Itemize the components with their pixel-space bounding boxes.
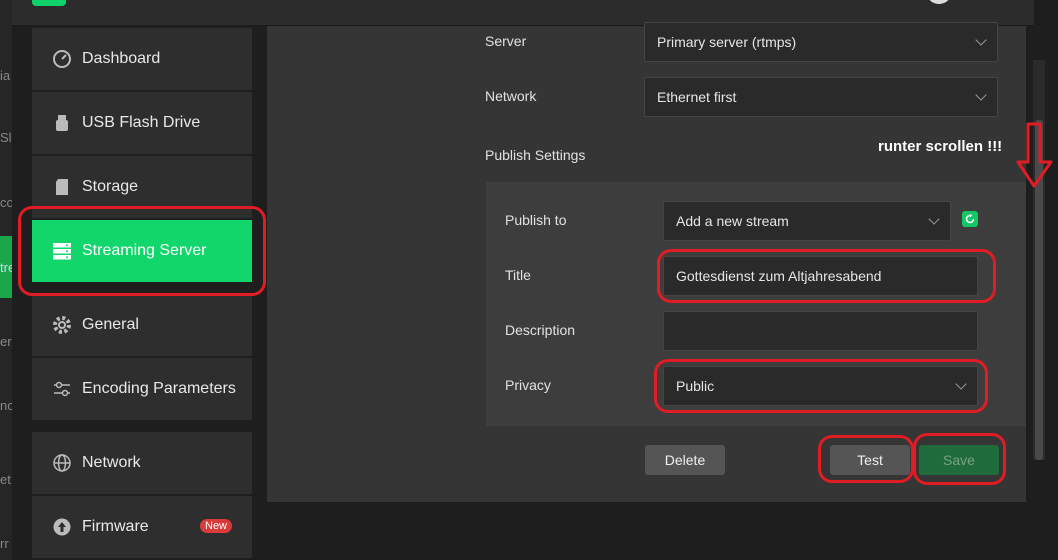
server-label: Server <box>485 33 527 49</box>
usb-drive-icon <box>52 113 72 133</box>
network-select-value: Ethernet first <box>657 89 737 105</box>
publish-settings-heading: Publish Settings <box>485 147 586 163</box>
server-select[interactable]: Primary server (rtmps) <box>644 22 998 62</box>
publish-to-select[interactable]: Add a new stream <box>663 201 951 241</box>
dashboard-gauge-icon <box>52 49 72 69</box>
sidebar-item-general[interactable]: General <box>32 294 252 356</box>
gear-icon <box>52 315 72 335</box>
privacy-select[interactable]: Public <box>663 366 978 406</box>
upload-icon <box>52 517 72 537</box>
scroll-down-annotation: runter scrollen !!! <box>878 138 1003 155</box>
chevron-down-icon <box>955 378 967 390</box>
sidebar-item-encoding-parameters[interactable]: Encoding Parameters <box>32 358 252 420</box>
background-text-fragment: er <box>0 334 12 349</box>
globe-icon <box>52 453 72 473</box>
app-logo-icon <box>32 0 66 6</box>
background-text-fragment: et <box>0 472 11 487</box>
server-icon <box>52 241 72 261</box>
chevron-down-icon <box>928 213 940 225</box>
description-label: Description <box>505 322 576 338</box>
title-label: Title <box>505 267 531 283</box>
title-input[interactable]: Gottesdienst zum Altjahresabend <box>663 256 978 296</box>
delete-button[interactable]: Delete <box>645 445 725 475</box>
sidebar-item-network[interactable]: Network <box>32 432 252 494</box>
save-button[interactable]: Save <box>919 445 999 475</box>
avatar[interactable] <box>926 0 952 4</box>
background-text-fragment: ia <box>0 68 11 83</box>
sidebar-item-dashboard[interactable]: Dashboard <box>32 28 252 90</box>
sidebar-item-streaming-server[interactable]: Streaming Server <box>32 220 252 282</box>
description-input[interactable] <box>663 311 978 351</box>
refresh-icon[interactable] <box>962 211 978 227</box>
publish-to-label: Publish to <box>505 212 567 228</box>
new-badge: New <box>200 519 233 533</box>
publish-to-select-value: Add a new stream <box>676 213 789 229</box>
chevron-down-icon <box>975 89 987 101</box>
down-arrow-annotation-icon <box>1016 122 1053 188</box>
network-select[interactable]: Ethernet first <box>644 77 998 117</box>
sidebar-item-storage[interactable]: Storage <box>32 156 252 218</box>
background-text-fragment: nc <box>0 398 12 413</box>
network-label: Network <box>485 88 537 104</box>
privacy-label: Privacy <box>505 377 551 393</box>
title-input-value: Gottesdienst zum Altjahresabend <box>676 268 882 284</box>
sd-card-icon <box>52 177 72 197</box>
sidebar-item-firmware[interactable]: Firmware New <box>32 496 252 558</box>
chevron-down-icon <box>975 34 987 46</box>
sidebar-item-label: Network <box>82 454 141 471</box>
sidebar-item-label: Storage <box>82 178 139 195</box>
test-button[interactable]: Test <box>830 445 910 475</box>
background-text-fragment: Sl <box>0 130 12 145</box>
sidebar-item-label: USB Flash Drive <box>82 114 201 131</box>
server-select-value: Primary server (rtmps) <box>657 34 797 50</box>
sidebar-item-label: Firmware <box>82 518 149 535</box>
sidebar-item-label: Streaming Server <box>82 242 207 259</box>
privacy-select-value: Public <box>676 378 715 394</box>
sliders-icon <box>52 379 72 399</box>
background-text-fragment: co <box>0 195 12 210</box>
background-text-fragment: rr <box>0 536 9 551</box>
sidebar-item-label: General <box>82 316 139 333</box>
background-text-fragment: tre <box>0 260 12 275</box>
sidebar-item-label: Encoding Parameters <box>82 380 236 397</box>
sidebar-item-usb-flash-drive[interactable]: USB Flash Drive <box>32 92 252 154</box>
sidebar-item-label: Dashboard <box>82 50 161 67</box>
